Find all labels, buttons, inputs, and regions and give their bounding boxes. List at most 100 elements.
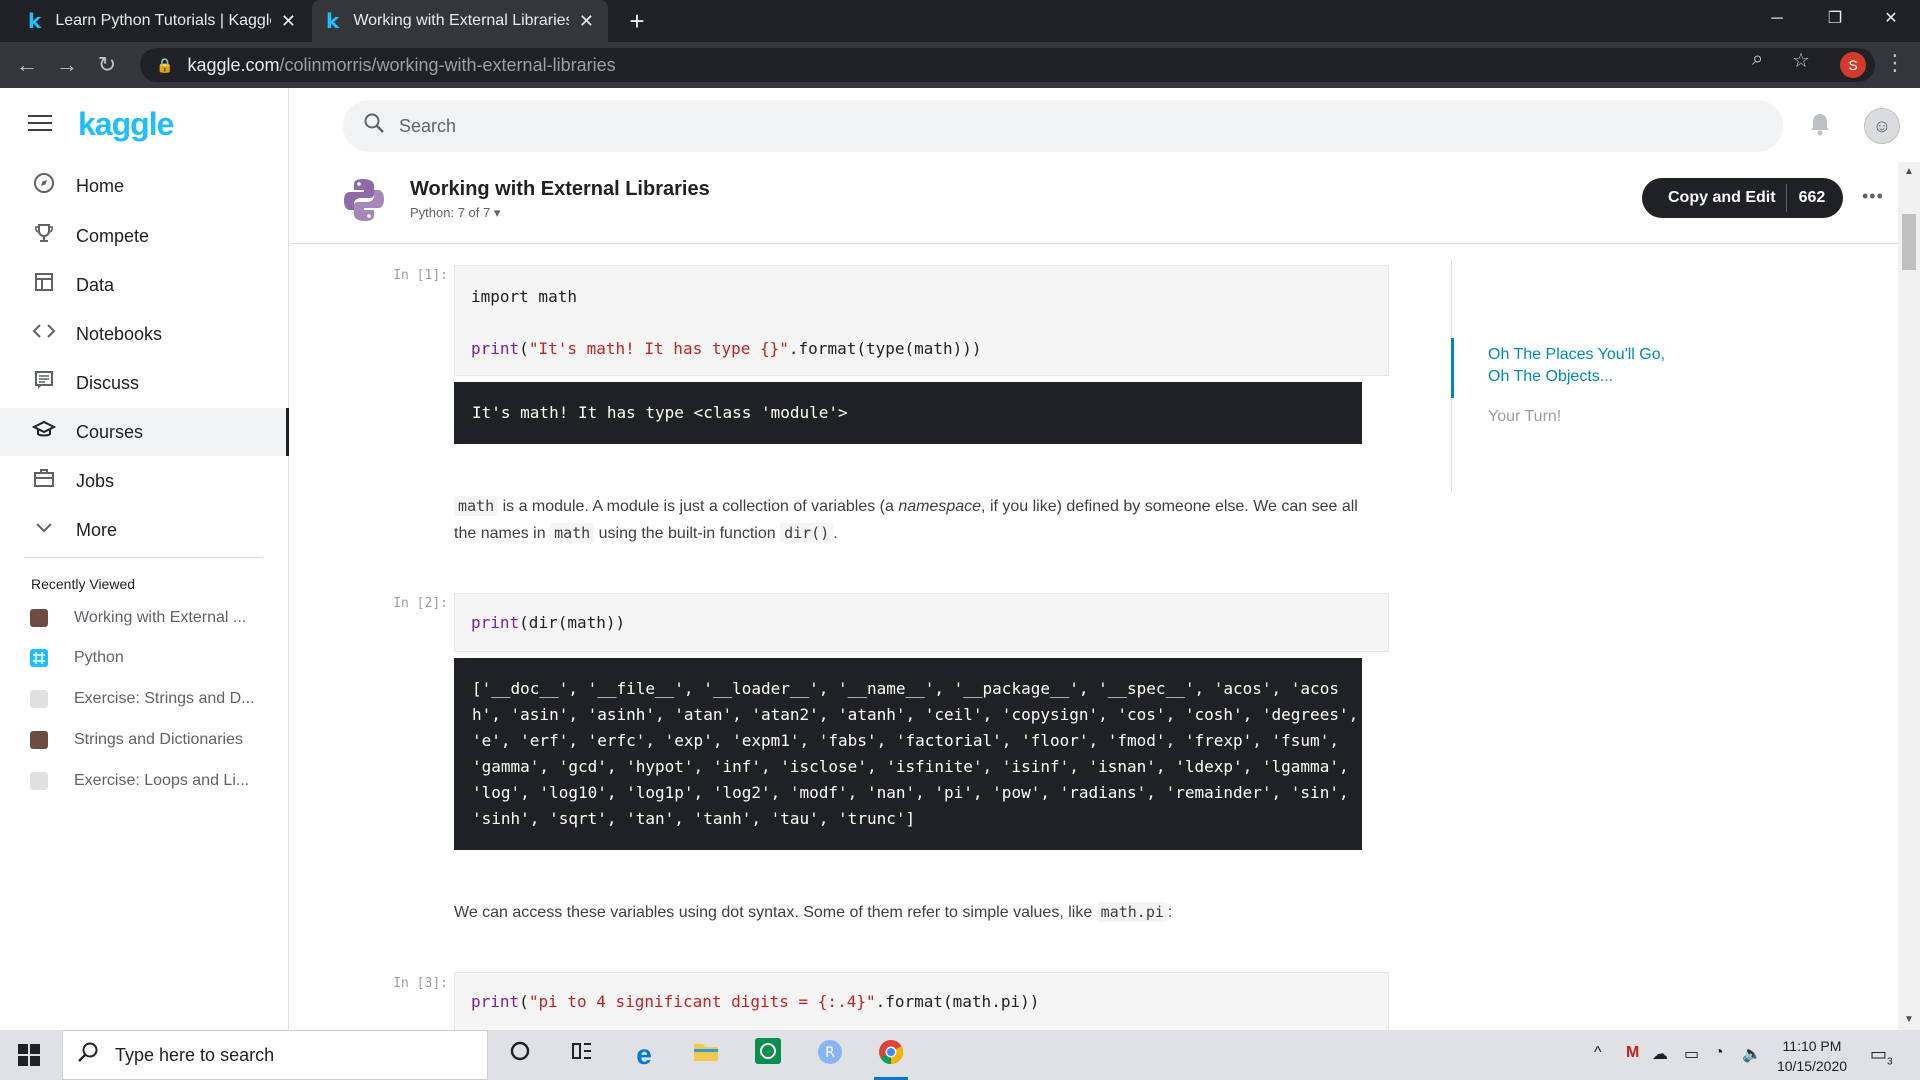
trophy-icon (24, 222, 64, 250)
output-line: 'sinh', 'sqrt', 'tan', 'tanh', 'tau', 't… (472, 809, 916, 828)
action-center-icon[interactable]: ▭3 (1870, 1044, 1893, 1068)
sidebar-item-jobs[interactable]: Jobs (0, 457, 289, 505)
more-options-icon[interactable]: ••• (1862, 186, 1884, 207)
inline-code: math (550, 523, 595, 543)
code-cell[interactable]: print(dir(math)) (454, 593, 1389, 652)
avatar (30, 772, 48, 790)
tab-title: Working with External Libraries | K (353, 12, 569, 29)
browser-tab-bar: k Learn Python Tutorials | Kaggle ✕ k Wo… (0, 0, 1920, 42)
url-field[interactable]: 🔒 kaggle.com/colinmorris/working-with-ex… (140, 48, 1875, 82)
toc-item-your-turn[interactable]: Your Turn! (1488, 406, 1678, 428)
sidebar-item-more[interactable]: More (0, 506, 289, 554)
toc-item-places[interactable]: Oh The Places You'll Go, Oh The Objects.… (1488, 344, 1678, 388)
r-language-icon[interactable]: R (813, 1038, 847, 1072)
avatar (30, 731, 48, 749)
windows-taskbar: Type here to search e R ^ M ☁ ▭ ◔ 🔈 11:1… (0, 1030, 1920, 1080)
code-token: (dir(math)) (519, 613, 626, 632)
search-placeholder: Search (399, 115, 457, 136)
recent-item[interactable]: Exercise: Loops and Li... (30, 769, 270, 793)
battery-icon[interactable]: ▭ (1684, 1044, 1699, 1064)
search-icon (77, 1041, 99, 1069)
output-line: 'e', 'erf', 'erfc', 'exp', 'expm1', 'fab… (472, 731, 1339, 750)
recent-item[interactable]: Working with External ... (30, 606, 270, 630)
recent-item[interactable]: Python (30, 646, 270, 670)
sidebar-item-discuss[interactable]: Discuss (0, 359, 289, 407)
edge-browser-icon[interactable]: e (627, 1038, 661, 1072)
copy-and-edit-button[interactable]: Copy and Edit 662 (1642, 178, 1844, 218)
code-cell[interactable]: print("pi to 4 significant digits = {:.4… (454, 972, 1389, 1030)
output-line: h', 'asin', 'asinh', 'atan', 'atan2', 'a… (472, 705, 1359, 724)
task-view-icon[interactable] (565, 1038, 599, 1072)
code-token: print (471, 339, 520, 358)
file-explorer-icon[interactable] (689, 1038, 723, 1072)
browser-tab-1[interactable]: k Learn Python Tutorials | Kaggle ✕ (14, 0, 310, 42)
search-icon (363, 112, 385, 140)
recent-item[interactable]: Exercise: Strings and D... (30, 687, 270, 711)
sidebar-item-notebooks[interactable]: Notebooks (0, 310, 289, 358)
briefcase-icon (24, 467, 64, 495)
left-sidebar: kaggle Home Compete Data Notebooks Discu… (0, 88, 289, 1030)
toc-active-indicator (1451, 338, 1454, 398)
whatsapp-icon[interactable] (751, 1038, 785, 1072)
address-bar: ← → ↻ 🔒 kaggle.com/colinmorris/working-w… (0, 42, 1920, 88)
site-search-input[interactable]: Search (343, 100, 1783, 152)
browser-menu-icon[interactable]: ⋮ (1884, 50, 1906, 76)
code-line: import math (471, 287, 577, 306)
course-progress-dropdown[interactable]: Python: 7 of 7 ▾ (410, 205, 500, 221)
cortana-icon[interactable] (503, 1038, 537, 1072)
scrollbar-thumb[interactable] (1902, 214, 1916, 270)
code-token: .format(type(math))) (788, 339, 982, 358)
code-icon (24, 320, 64, 348)
kaggle-logo[interactable]: kaggle (78, 106, 174, 143)
taskbar-clock[interactable]: 11:10 PM 10/15/2020 (1762, 1036, 1862, 1076)
python-logo-icon (342, 177, 386, 223)
sidebar-item-courses[interactable]: Courses (0, 408, 289, 456)
kaggle-favicon-icon: k (326, 9, 340, 33)
clock-date: 10/15/2020 (1776, 1058, 1848, 1074)
forward-icon[interactable]: → (52, 50, 82, 80)
url-path: /colinmorris/working-with-external-libra… (279, 54, 616, 75)
bookmark-star-icon[interactable]: ☆ (1792, 48, 1810, 73)
restore-icon[interactable]: ❐ (1806, 0, 1864, 42)
close-tab-icon[interactable]: ✕ (281, 11, 296, 32)
minimize-icon[interactable]: ─ (1748, 0, 1806, 42)
compass-icon (24, 172, 64, 200)
mcafee-icon[interactable]: M (1626, 1044, 1639, 1062)
volume-icon[interactable]: 🔈 (1742, 1044, 1762, 1064)
chrome-icon[interactable] (874, 1038, 908, 1080)
user-avatar[interactable]: ☺ (1864, 108, 1900, 144)
copy-and-edit-label: Copy and Edit (1668, 189, 1776, 206)
notification-bell-icon[interactable] (1809, 112, 1831, 143)
close-window-icon[interactable]: ✕ (1862, 0, 1920, 42)
avatar (30, 609, 48, 627)
close-tab-icon[interactable]: ✕ (579, 11, 594, 32)
taskbar-search-placeholder: Type here to search (115, 1044, 275, 1065)
notification-count: 3 (1887, 1056, 1893, 1068)
recent-item[interactable]: Strings and Dictionaries (30, 728, 270, 752)
page-scrollbar[interactable]: ▲ ▼ (1898, 162, 1920, 1030)
browser-tab-2[interactable]: k Working with External Libraries | K ✕ (312, 0, 608, 42)
scroll-down-icon[interactable]: ▼ (1904, 1014, 1914, 1025)
sidebar-item-data[interactable]: Data (0, 261, 289, 309)
avatar (30, 690, 48, 708)
reload-icon[interactable]: ↻ (92, 50, 122, 80)
onedrive-icon[interactable]: ☁ (1652, 1044, 1668, 1064)
taskbar-search-input[interactable]: Type here to search (62, 1030, 488, 1080)
code-token: print (471, 992, 520, 1011)
back-icon[interactable]: ← (12, 50, 42, 80)
sidebar-item-compete[interactable]: Compete (0, 212, 289, 260)
wifi-icon[interactable]: ◔ (1714, 1044, 1724, 1062)
windows-start-icon[interactable] (18, 1044, 40, 1066)
code-token: .format(math.pi)) (875, 992, 1040, 1011)
sidebar-item-home[interactable]: Home (0, 162, 289, 210)
output-line: It's math! It has type <class 'module'> (472, 403, 848, 422)
code-cell[interactable]: import math print("It's math! It has typ… (454, 265, 1389, 376)
new-tab-button[interactable]: + (622, 6, 652, 36)
zoom-icon[interactable]: ⌕ (1752, 48, 1763, 71)
svg-text:R: R (825, 1045, 835, 1061)
clock-time: 11:10 PM (1782, 1038, 1842, 1054)
tray-chevron-up-icon[interactable]: ^ (1594, 1044, 1602, 1062)
profile-avatar[interactable]: S (1840, 52, 1866, 78)
scroll-up-icon[interactable]: ▲ (1904, 166, 1914, 177)
hamburger-menu-icon[interactable] (28, 115, 52, 133)
